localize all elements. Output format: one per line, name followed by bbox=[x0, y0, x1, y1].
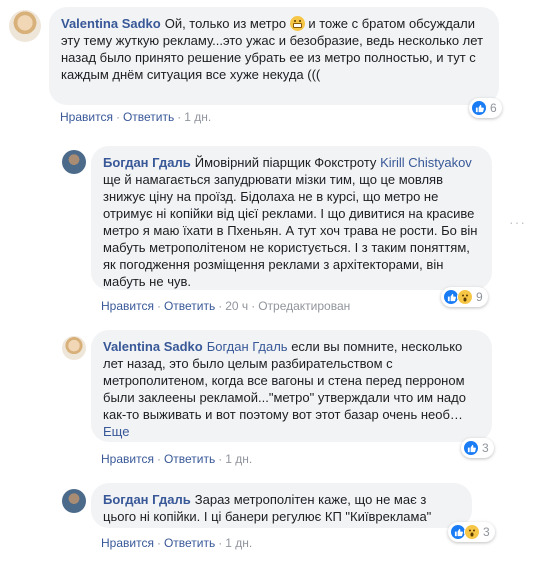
comment-bubble: Богдан Гдаль Ймовірний піарщик Фокстроту … bbox=[91, 146, 492, 290]
like-link[interactable]: Нравится bbox=[101, 452, 154, 466]
timestamp[interactable]: 1 дн. bbox=[225, 536, 252, 550]
reaction-count: 9 bbox=[476, 290, 483, 304]
comment-bubble: Valentina Sadko Ой, только из метро и тож… bbox=[49, 7, 499, 105]
edited-label[interactable]: Отредактирован bbox=[258, 299, 350, 313]
timestamp[interactable]: 1 дн. bbox=[225, 452, 252, 466]
comment-author[interactable]: Богдан Гдаль bbox=[103, 492, 191, 507]
like-reaction-icon bbox=[463, 440, 479, 456]
reactions-summary[interactable]: 3 bbox=[448, 522, 495, 542]
reactions-summary[interactable]: 3 bbox=[461, 438, 494, 458]
comment-actions: Нравится · Ответить · 1 дн. bbox=[60, 110, 212, 124]
reactions-summary[interactable]: 9 bbox=[441, 287, 488, 307]
like-reaction-icon bbox=[471, 100, 487, 116]
reply-link[interactable]: Ответить bbox=[164, 452, 215, 466]
reaction-count: 3 bbox=[482, 441, 489, 455]
mention-link[interactable]: Богдан Гдаль bbox=[207, 339, 288, 354]
mention-link[interactable]: Kirill Chistyakov bbox=[380, 155, 472, 170]
reaction-count: 6 bbox=[490, 101, 497, 115]
comment-bubble: Богдан Гдаль Зараз метрополітен каже, що … bbox=[91, 483, 472, 528]
comment-text-cont: ще й намагається запудрювати мізки тим, … bbox=[103, 172, 478, 289]
reply-link[interactable]: Ответить bbox=[123, 110, 174, 124]
reactions-summary[interactable]: 6 bbox=[469, 98, 502, 118]
comment-actions: Нравится · Ответить · 1 дн. bbox=[101, 452, 253, 466]
comment-author[interactable]: Богдан Гдаль bbox=[103, 155, 191, 170]
comment-actions: Нравится · Ответить · 20 ч · Отредактирован bbox=[101, 299, 351, 313]
avatar[interactable] bbox=[62, 336, 86, 360]
see-more-link[interactable]: Еще bbox=[103, 424, 129, 439]
wow-reaction-icon bbox=[464, 524, 480, 540]
avatar[interactable] bbox=[62, 489, 86, 513]
reply-link[interactable]: Ответить bbox=[164, 536, 215, 550]
comment-author[interactable]: Valentina Sadko bbox=[61, 16, 161, 31]
wow-reaction-icon bbox=[457, 289, 473, 305]
timestamp[interactable]: 1 дн. bbox=[184, 110, 211, 124]
comment-text: Ой, только из метро bbox=[164, 16, 287, 31]
avatar[interactable] bbox=[62, 150, 86, 174]
grimacing-emoji-icon bbox=[289, 16, 305, 31]
comment-author[interactable]: Valentina Sadko bbox=[103, 339, 203, 354]
timestamp[interactable]: 20 ч bbox=[225, 299, 248, 313]
avatar[interactable] bbox=[9, 10, 41, 42]
comment-actions: Нравится · Ответить · 1 дн. bbox=[101, 536, 253, 550]
like-link[interactable]: Нравится bbox=[60, 110, 113, 124]
like-link[interactable]: Нравится bbox=[101, 299, 154, 313]
comment-bubble: Valentina Sadko Богдан Гдаль если вы помн… bbox=[91, 330, 492, 442]
reply-link[interactable]: Ответить bbox=[164, 299, 215, 313]
more-horizontal-icon[interactable]: ··· bbox=[509, 214, 526, 230]
like-link[interactable]: Нравится bbox=[101, 536, 154, 550]
comment-text: Ймовірний піарщик Фокстроту bbox=[194, 155, 381, 170]
reaction-count: 3 bbox=[483, 525, 490, 539]
